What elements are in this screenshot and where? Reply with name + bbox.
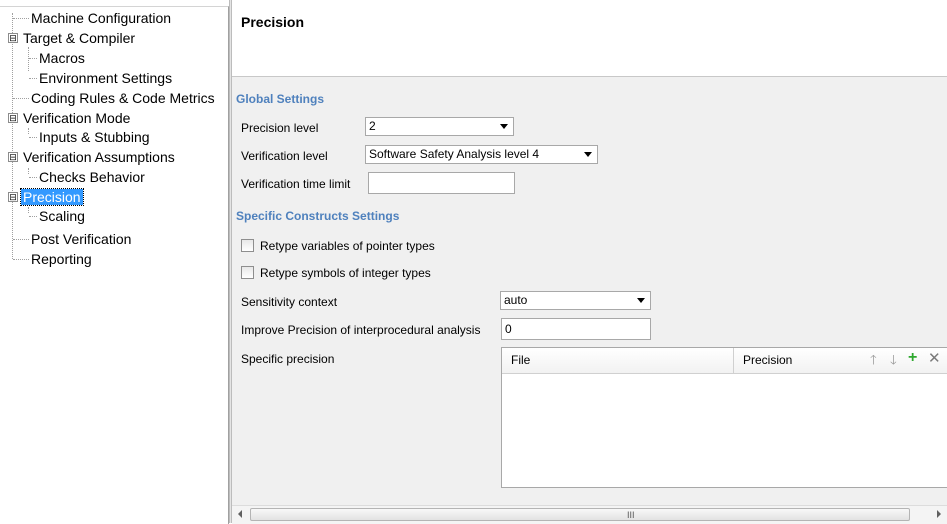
tree-item-checks-behavior[interactable]: Checks Behavior [37,168,147,186]
up-arrow-icon[interactable]: 🡑 [870,353,877,367]
tree-item-precision[interactable]: Precision [20,188,84,206]
tree-guide-line [28,128,29,134]
chevron-down-icon [584,152,592,157]
collapse-icon[interactable]: ⊟ [8,33,18,43]
scrollbar-grip: III [627,510,635,520]
collapse-icon[interactable]: ⊟ [8,192,18,202]
tree-item-scaling[interactable]: Scaling [37,207,87,225]
table-header: File Precision 🡑 🡓 + ✕ [502,348,947,374]
verification-level-value: Software Safety Analysis level 4 [369,147,540,161]
retype-pointer-label: Retype variables of pointer types [260,239,435,253]
tree-guide-line [29,78,37,79]
tree-guide-line [12,13,13,259]
global-settings-heading: Global Settings [236,92,325,106]
tree-guide-line [28,47,29,71]
verification-level-dropdown[interactable]: Software Safety Analysis level 4 [365,145,598,164]
page-title: Precision [241,14,305,30]
verification-time-limit-label: Verification time limit [241,177,351,191]
tree-guide-line [13,239,29,240]
down-arrow-icon[interactable]: 🡓 [890,353,897,367]
tree-item-coding-rules[interactable]: Coding Rules & Code Metrics [29,89,217,107]
specific-precision-label: Specific precision [241,352,335,366]
scroll-right-icon[interactable] [937,510,941,518]
tree-guide-line [13,259,29,260]
scrollbar-thumb[interactable]: III [250,508,910,521]
column-header-file[interactable]: File [502,348,734,373]
specific-precision-table: File Precision 🡑 🡓 + ✕ [501,347,947,488]
close-icon[interactable]: ✕ [928,351,941,366]
retype-pointer-checkbox[interactable] [241,239,254,252]
sensitivity-context-label: Sensitivity context [241,295,338,309]
precision-level-value: 2 [369,119,376,133]
tree-guide-line [13,18,29,19]
precision-level-label: Precision level [241,121,319,135]
tree-item-verification-assumptions[interactable]: Verification Assumptions [21,148,177,166]
panel-header: Precision [232,0,947,77]
retype-integer-checkbox[interactable] [241,266,254,279]
scroll-left-icon[interactable] [238,510,242,518]
tree-guide-line [29,58,37,59]
tree-item-target-compiler[interactable]: Target & Compiler [21,29,137,47]
settings-panel: Precision Global Settings Precision leve… [232,0,947,524]
tree-guide-line [13,98,29,99]
horizontal-scrollbar[interactable]: III [232,505,947,524]
tree-item-macros[interactable]: Macros [37,49,87,67]
tree-guide-line [28,207,29,213]
verification-level-label: Verification level [241,149,328,163]
improve-precision-label: Improve Precision of interprocedural ana… [241,323,481,337]
tree-guide-line [28,168,29,174]
tree-guide-line [29,177,37,178]
collapse-icon[interactable]: ⊟ [8,113,18,123]
tree-guide-line [29,137,37,138]
retype-integer-label: Retype symbols of integer types [260,266,431,280]
improve-precision-input[interactable]: 0 [501,318,651,340]
collapse-icon[interactable]: ⊟ [8,152,18,162]
tree-item-environment-settings[interactable]: Environment Settings [37,69,174,87]
chevron-down-icon [500,124,508,129]
tree-guide-line [29,216,37,217]
tree-item-post-verification[interactable]: Post Verification [29,230,133,248]
chevron-down-icon [637,298,645,303]
sensitivity-context-value: auto [504,293,528,307]
specific-constructs-heading: Specific Constructs Settings [236,209,400,223]
sensitivity-context-dropdown[interactable]: auto [500,291,651,310]
configuration-tree: Machine Configuration ⊟ Target & Compile… [0,6,229,524]
tree-item-machine-configuration[interactable]: Machine Configuration [29,9,173,27]
verification-time-limit-input[interactable] [368,172,515,194]
tree-item-reporting[interactable]: Reporting [29,250,94,268]
tree-item-inputs-stubbing[interactable]: Inputs & Stubbing [37,128,152,146]
plus-icon[interactable]: + [908,350,917,366]
tree-item-verification-mode[interactable]: Verification Mode [21,109,132,127]
precision-level-dropdown[interactable]: 2 [365,117,514,136]
